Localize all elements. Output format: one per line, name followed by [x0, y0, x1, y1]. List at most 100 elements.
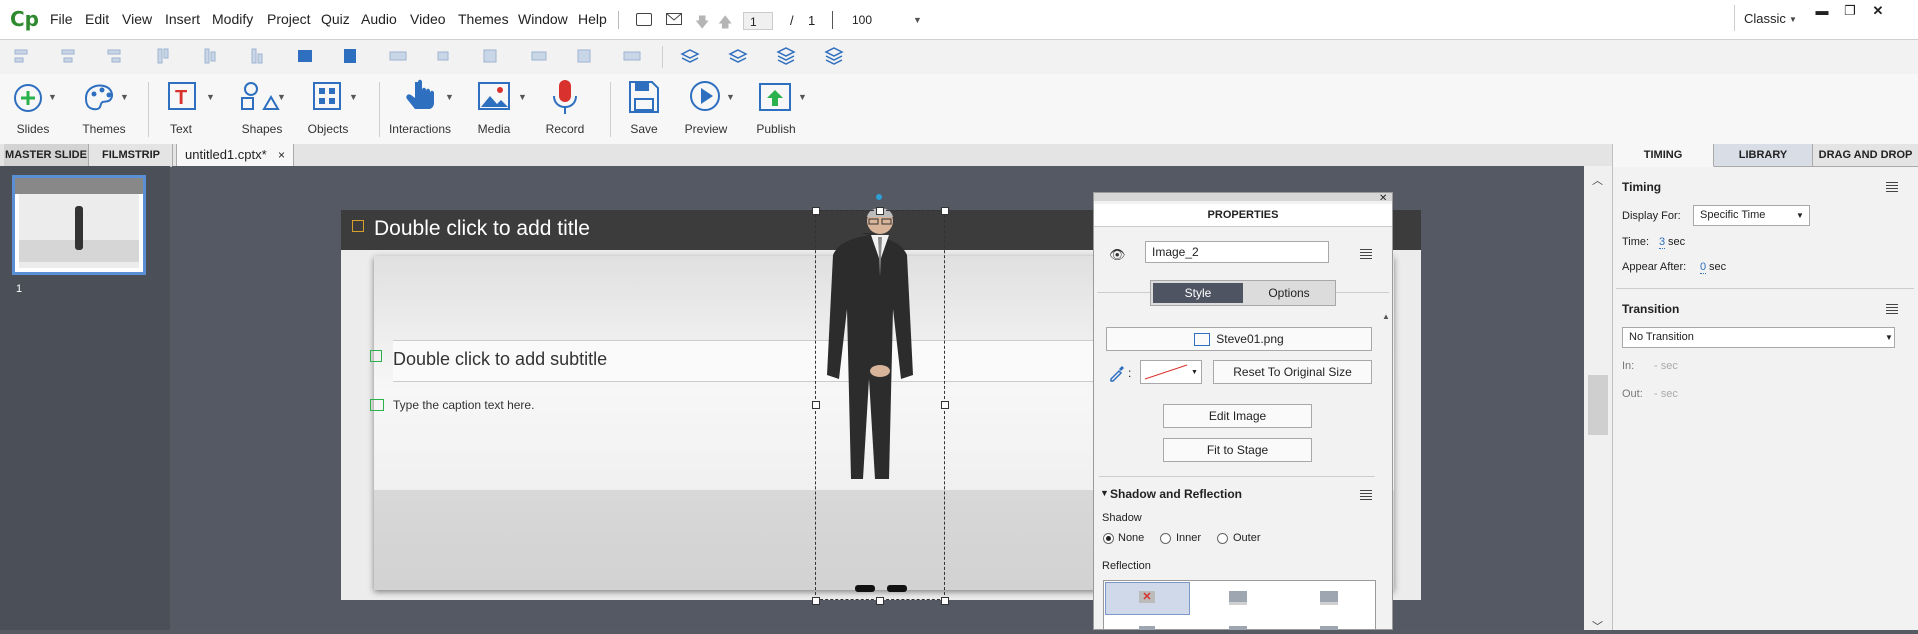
tab-drag-and-drop[interactable]: DRAG AND DROP: [1813, 144, 1918, 167]
text-button[interactable]: T ▼ Text: [164, 78, 215, 142]
page-number-input[interactable]: 1: [743, 12, 773, 30]
workspace-selector[interactable]: Classic: [1744, 11, 1786, 26]
resize-handle[interactable]: [876, 597, 884, 605]
save-button[interactable]: Save: [619, 78, 669, 142]
zoom-value[interactable]: 100: [852, 13, 872, 27]
publish-button[interactable]: ▼ Publish: [756, 78, 812, 142]
shadow-outer-radio[interactable]: [1217, 533, 1228, 544]
timing-menu-icon[interactable]: [1882, 182, 1898, 192]
scroll-up-icon[interactable]: ︿: [1592, 172, 1603, 188]
slide-number: 1: [16, 283, 23, 295]
arrow-up-icon[interactable]: 🡅: [718, 12, 732, 36]
reflection-preset-icon[interactable]: [1320, 626, 1338, 630]
shapes-button[interactable]: ▼ Shapes: [237, 78, 287, 142]
panel-menu-icon[interactable]: [1356, 249, 1372, 259]
themes-button[interactable]: ▼ Themes: [78, 78, 130, 142]
scroll-down-icon[interactable]: ﹀: [1592, 618, 1603, 634]
object-name-input[interactable]: Image_2: [1145, 241, 1329, 263]
time-value[interactable]: 3: [1659, 236, 1666, 249]
resize-handle[interactable]: [941, 401, 949, 409]
tab-timing[interactable]: TIMING: [1613, 144, 1714, 167]
edit-image-button[interactable]: Edit Image: [1163, 404, 1312, 428]
style-tab[interactable]: Style: [1153, 283, 1243, 303]
options-tab[interactable]: Options: [1244, 283, 1334, 303]
menu-themes[interactable]: Themes: [458, 11, 509, 27]
transition-value: No Transition: [1629, 331, 1694, 343]
shadow-none-radio[interactable]: [1103, 533, 1114, 544]
slide-thumbnail[interactable]: [12, 175, 146, 275]
shadow-inner-radio[interactable]: [1160, 533, 1171, 544]
rotate-handle[interactable]: [876, 194, 882, 200]
tab-document[interactable]: untitled1.cptx* ×: [176, 144, 294, 167]
dropdown-caret-icon: ▼: [1796, 211, 1804, 220]
document-tab-label: untitled1.cptx*: [185, 147, 267, 162]
display-for-dropdown[interactable]: Specific Time ▼: [1693, 205, 1810, 226]
objects-button[interactable]: ▼ Objects: [308, 78, 359, 142]
menu-insert[interactable]: Insert: [165, 11, 200, 27]
menu-window[interactable]: Window: [518, 11, 568, 27]
image-file-button[interactable]: Steve01.png: [1106, 327, 1372, 351]
subtitle-placeholder-icon: [370, 350, 382, 362]
appear-after-value[interactable]: 0: [1700, 261, 1707, 274]
reflection-preset-icon[interactable]: [1229, 626, 1247, 630]
transition-dropdown[interactable]: No Transition ▼: [1622, 327, 1895, 348]
collapse-triangle-icon[interactable]: ▼: [1100, 488, 1109, 498]
section-menu-icon[interactable]: [1356, 490, 1372, 500]
mail-icon[interactable]: [666, 13, 682, 28]
record-label: Record: [545, 122, 585, 136]
resize-handle[interactable]: [812, 597, 820, 605]
caret-icon: ▼: [120, 92, 129, 102]
transition-menu-icon[interactable]: [1882, 304, 1898, 314]
interactions-button[interactable]: ▼ Interactions: [389, 78, 459, 142]
slides-button[interactable]: ▼ Slides: [8, 78, 58, 142]
menu-quiz[interactable]: Quiz: [321, 11, 350, 27]
menu-edit[interactable]: Edit: [85, 11, 109, 27]
fit-to-stage-button[interactable]: Fit to Stage: [1163, 438, 1312, 462]
visibility-eye-icon[interactable]: 👁: [1109, 247, 1126, 263]
caret-icon: ▼: [518, 92, 527, 102]
record-button[interactable]: Record: [540, 78, 590, 142]
resize-handle[interactable]: [876, 207, 884, 215]
resize-handle[interactable]: [941, 597, 949, 605]
resize-handle[interactable]: [812, 401, 820, 409]
color-swatch-dropdown[interactable]: ▼: [1140, 360, 1202, 384]
title-placeholder[interactable]: Double click to add title: [374, 217, 590, 241]
minimize-icon[interactable]: ▬: [1810, 3, 1834, 20]
properties-grip[interactable]: [1094, 193, 1392, 201]
close-tab-icon[interactable]: ×: [278, 148, 285, 162]
subtitle-placeholder[interactable]: Double click to add subtitle: [393, 349, 607, 370]
menu-modify[interactable]: Modify: [212, 11, 253, 27]
scroll-thumb[interactable]: [1588, 375, 1608, 435]
out-label: Out:: [1622, 388, 1643, 400]
tab-master-slide[interactable]: MASTER SLIDE: [4, 144, 89, 166]
eyedropper-icon[interactable]: [1108, 364, 1126, 385]
resize-handle[interactable]: [812, 207, 820, 215]
reflection-label: Reflection: [1102, 560, 1151, 572]
arrow-down-icon[interactable]: 🡇: [695, 12, 709, 36]
tab-library[interactable]: LIBRARY: [1714, 144, 1813, 167]
shadow-section-title[interactable]: Shadow and Reflection: [1110, 487, 1242, 501]
menu-help[interactable]: Help: [578, 11, 607, 27]
reflection-preset-icon[interactable]: [1139, 626, 1155, 630]
panel-scroll-up-icon[interactable]: ▲: [1382, 312, 1390, 321]
reset-size-button[interactable]: Reset To Original Size: [1213, 360, 1372, 384]
menu-audio[interactable]: Audio: [361, 11, 397, 27]
menu-view[interactable]: View: [122, 11, 152, 27]
close-panel-icon[interactable]: ✕: [1379, 193, 1387, 204]
restore-icon[interactable]: ❐: [1838, 3, 1862, 20]
menu-video[interactable]: Video: [410, 11, 446, 27]
media-button[interactable]: ▼ Media: [476, 78, 528, 142]
resize-handle[interactable]: [941, 207, 949, 215]
zoom-dropdown-icon[interactable]: ▼: [913, 15, 922, 25]
close-window-icon[interactable]: ✕: [1866, 3, 1890, 20]
menu-file[interactable]: File: [50, 11, 73, 27]
reflection-preset-icon[interactable]: [1229, 591, 1247, 605]
caption-text[interactable]: Type the caption text here.: [393, 398, 534, 412]
tab-filmstrip[interactable]: FILMSTRIP: [90, 144, 173, 166]
comment-icon[interactable]: [636, 13, 652, 26]
preview-button[interactable]: ▼ Preview: [684, 78, 740, 142]
title-placeholder-icon: [352, 220, 364, 232]
menu-project[interactable]: Project: [267, 11, 311, 27]
reflection-preset-icon[interactable]: [1320, 591, 1338, 605]
workspace-dropdown-icon[interactable]: ▼: [1789, 15, 1797, 24]
